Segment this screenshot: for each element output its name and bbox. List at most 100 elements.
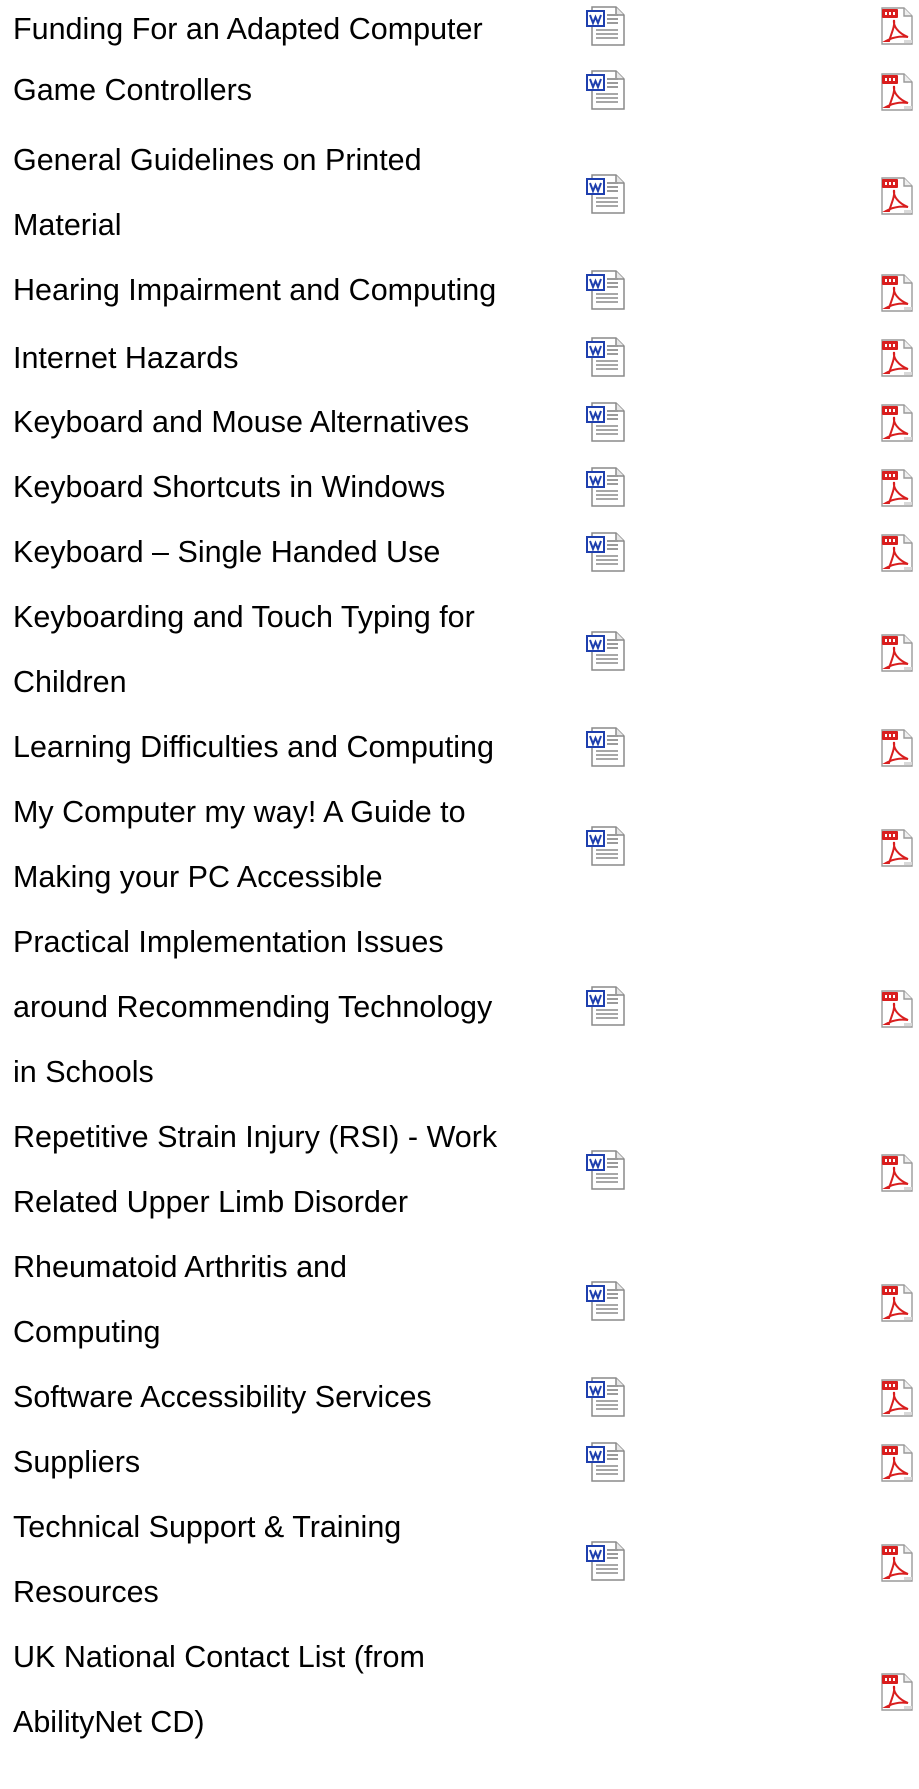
document-row: UK National Contact List (from AbilityNe… bbox=[0, 1625, 919, 1755]
pdf-document-icon bbox=[880, 1543, 914, 1583]
document-title: Game Controllers bbox=[13, 73, 252, 107]
pdf-document-icon bbox=[880, 273, 914, 313]
pdf-document-link[interactable] bbox=[880, 1443, 914, 1483]
document-title: Repetitive Strain Injury (RSI) - Work Re… bbox=[13, 1120, 498, 1219]
pdf-document-icon bbox=[880, 1672, 914, 1712]
document-title: Keyboarding and Touch Typing for Childre… bbox=[13, 600, 475, 699]
word-document-link[interactable] bbox=[586, 70, 628, 110]
word-document-icon bbox=[586, 826, 628, 866]
word-document-link[interactable] bbox=[586, 270, 628, 310]
document-title: General Guidelines on Printed Material bbox=[13, 143, 422, 242]
word-document-icon bbox=[586, 986, 628, 1026]
document-title: Learning Difficulties and Computing bbox=[13, 730, 494, 764]
word-document-link[interactable] bbox=[586, 986, 628, 1026]
word-document-link[interactable] bbox=[586, 631, 628, 671]
document-row: General Guidelines on Printed Material bbox=[0, 128, 919, 258]
document-row: Practical Implementation Issues around R… bbox=[0, 910, 919, 1105]
word-document-link[interactable] bbox=[586, 532, 628, 572]
pdf-document-icon bbox=[880, 1283, 914, 1323]
document-title: UK National Contact List (from AbilityNe… bbox=[13, 1640, 425, 1739]
pdf-document-link[interactable] bbox=[880, 728, 914, 768]
word-document-icon bbox=[586, 727, 628, 767]
word-document-link[interactable] bbox=[586, 1281, 628, 1321]
word-document-icon bbox=[586, 402, 628, 442]
pdf-document-link[interactable] bbox=[880, 273, 914, 313]
pdf-document-icon bbox=[880, 633, 914, 673]
word-document-link[interactable] bbox=[586, 1442, 628, 1482]
pdf-document-icon bbox=[880, 1153, 914, 1193]
pdf-document-link[interactable] bbox=[880, 633, 914, 673]
word-document-icon bbox=[586, 174, 628, 214]
document-title: Practical Implementation Issues around R… bbox=[13, 925, 493, 1089]
document-title: Software Accessibility Services bbox=[13, 1380, 432, 1414]
word-document-link[interactable] bbox=[586, 727, 628, 767]
word-document-link[interactable] bbox=[586, 337, 628, 377]
word-document-icon bbox=[586, 1541, 628, 1581]
pdf-document-icon bbox=[880, 1443, 914, 1483]
word-document-icon bbox=[586, 1281, 628, 1321]
word-document-link[interactable] bbox=[586, 174, 628, 214]
pdf-document-icon bbox=[880, 6, 914, 46]
document-row: Keyboarding and Touch Typing for Childre… bbox=[0, 585, 919, 715]
pdf-document-link[interactable] bbox=[880, 403, 914, 443]
word-document-icon bbox=[586, 270, 628, 310]
pdf-document-link[interactable] bbox=[880, 468, 914, 508]
pdf-document-link[interactable] bbox=[880, 989, 914, 1029]
pdf-document-link[interactable] bbox=[880, 1153, 914, 1193]
document-title: My Computer my way! A Guide to Making yo… bbox=[13, 795, 466, 894]
pdf-document-link[interactable] bbox=[880, 1283, 914, 1323]
document-row: Funding For an Adapted Computer bbox=[0, 0, 919, 58]
word-document-icon bbox=[586, 6, 628, 46]
pdf-document-icon bbox=[880, 728, 914, 768]
word-document-link[interactable] bbox=[586, 467, 628, 507]
document-row: Learning Difficulties and Computing bbox=[0, 715, 919, 780]
document-row: Software Accessibility Services bbox=[0, 1365, 919, 1430]
document-row: Suppliers bbox=[0, 1430, 919, 1495]
document-title: Rheumatoid Arthritis and Computing bbox=[13, 1250, 347, 1349]
word-document-icon bbox=[586, 337, 628, 377]
pdf-document-link[interactable] bbox=[880, 533, 914, 573]
word-document-icon bbox=[586, 1150, 628, 1190]
document-row: My Computer my way! A Guide to Making yo… bbox=[0, 780, 919, 910]
document-title: Technical Support & Training Resources bbox=[13, 1510, 402, 1609]
document-row: Technical Support & Training Resources bbox=[0, 1495, 919, 1625]
pdf-document-icon bbox=[880, 176, 914, 216]
pdf-document-link[interactable] bbox=[880, 176, 914, 216]
word-document-icon bbox=[586, 70, 628, 110]
pdf-document-link[interactable] bbox=[880, 1672, 914, 1712]
pdf-document-icon bbox=[880, 338, 914, 378]
pdf-document-link[interactable] bbox=[880, 72, 914, 112]
pdf-document-icon bbox=[880, 828, 914, 868]
document-title: Internet Hazards bbox=[13, 341, 239, 375]
document-row: Rheumatoid Arthritis and Computing bbox=[0, 1235, 919, 1365]
document-row: Internet Hazards bbox=[0, 326, 919, 390]
document-title: Hearing Impairment and Computing bbox=[13, 273, 497, 307]
pdf-document-icon bbox=[880, 533, 914, 573]
pdf-document-icon bbox=[880, 989, 914, 1029]
document-title: Funding For an Adapted Computer bbox=[13, 12, 483, 46]
document-row: Hearing Impairment and Computing bbox=[0, 258, 919, 326]
word-document-icon bbox=[586, 467, 628, 507]
pdf-document-link[interactable] bbox=[880, 828, 914, 868]
word-document-link[interactable] bbox=[586, 1377, 628, 1417]
pdf-document-icon bbox=[880, 403, 914, 443]
pdf-document-link[interactable] bbox=[880, 6, 914, 46]
word-document-link[interactable] bbox=[586, 402, 628, 442]
pdf-document-icon bbox=[880, 468, 914, 508]
pdf-document-link[interactable] bbox=[880, 1543, 914, 1583]
word-document-link[interactable] bbox=[586, 1150, 628, 1190]
word-document-icon bbox=[586, 1442, 628, 1482]
pdf-document-icon bbox=[880, 72, 914, 112]
word-document-link[interactable] bbox=[586, 1541, 628, 1581]
document-row: Game Controllers bbox=[0, 58, 919, 118]
document-row: Keyboard and Mouse Alternatives bbox=[0, 390, 919, 455]
word-document-link[interactable] bbox=[586, 6, 628, 46]
pdf-document-link[interactable] bbox=[880, 338, 914, 378]
word-document-link[interactable] bbox=[586, 826, 628, 866]
document-row: Keyboard – Single Handed Use bbox=[0, 520, 919, 585]
word-document-icon bbox=[586, 532, 628, 572]
document-title: Suppliers bbox=[13, 1445, 141, 1479]
document-title: Keyboard – Single Handed Use bbox=[13, 535, 441, 569]
pdf-document-link[interactable] bbox=[880, 1378, 914, 1418]
word-document-icon bbox=[586, 631, 628, 671]
